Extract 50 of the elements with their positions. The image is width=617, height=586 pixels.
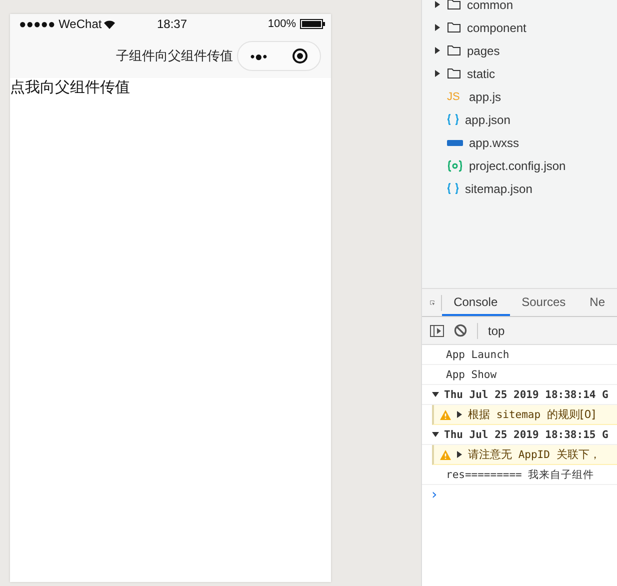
gear-braces-icon xyxy=(447,160,463,172)
more-button[interactable]: •●• xyxy=(250,48,268,64)
file-tree-item[interactable]: app.wxss xyxy=(469,136,520,150)
file-tree-item[interactable]: common xyxy=(467,0,514,12)
console-message: App Show xyxy=(446,368,497,380)
context-selector[interactable]: top xyxy=(488,324,505,338)
console-message: App Launch xyxy=(446,348,510,360)
file-tree-item[interactable]: pages xyxy=(467,44,500,58)
braces-icon xyxy=(447,114,459,125)
console-group-header[interactable]: Thu Jul 25 2019 18:38:14 G xyxy=(444,388,608,400)
group-caret-icon[interactable] xyxy=(432,391,439,398)
warning-message: 根据 sitemap 的规则[0] xyxy=(468,407,596,422)
battery-percent: 100% xyxy=(268,18,296,30)
warning-message: 请注意无 AppID 关联下， xyxy=(468,447,600,462)
console-message: res========= 我来自子组件 xyxy=(446,468,594,482)
pass-value-button[interactable]: 点我向父组件传值 xyxy=(10,78,130,97)
devtools-tab[interactable]: Ne xyxy=(578,289,617,316)
folder-icon xyxy=(447,68,461,79)
prompt-chevron: › xyxy=(430,486,438,502)
js-file-icon: JS xyxy=(447,90,463,102)
expand-caret-icon[interactable] xyxy=(434,47,441,54)
carrier-text: ●●●●● WeChat xyxy=(19,17,102,31)
braces-icon xyxy=(447,183,459,194)
warning-icon xyxy=(440,410,451,420)
page-title: 子组件向父组件传值 xyxy=(116,47,233,65)
battery-icon xyxy=(300,19,325,29)
expand-caret-icon[interactable] xyxy=(456,411,463,418)
close-target-icon[interactable] xyxy=(292,48,308,64)
warning-icon xyxy=(440,450,451,460)
folder-icon xyxy=(447,22,461,33)
group-caret-icon[interactable] xyxy=(432,431,439,438)
wifi-icon xyxy=(104,20,115,28)
console-group-header[interactable]: Thu Jul 25 2019 18:38:15 G xyxy=(444,428,608,440)
file-tree-item[interactable]: app.json xyxy=(465,112,510,126)
folder-icon xyxy=(447,0,461,10)
sidebar-toggle-icon[interactable] xyxy=(430,324,444,336)
devtools-tab[interactable]: Sources xyxy=(510,289,578,316)
expand-caret-icon[interactable] xyxy=(434,70,441,77)
file-tree-item[interactable]: static xyxy=(467,66,496,80)
expand-caret-icon[interactable] xyxy=(456,451,463,458)
clear-console-icon[interactable] xyxy=(454,324,467,337)
file-tree-item[interactable]: project.config.json xyxy=(469,158,566,172)
file-tree-item[interactable]: app.js xyxy=(469,90,502,104)
style-file-icon xyxy=(447,140,463,146)
clock-time: 18:37 xyxy=(156,17,188,31)
expand-caret-icon[interactable] xyxy=(434,1,441,8)
file-tree-item[interactable]: component xyxy=(467,20,526,34)
folder-icon xyxy=(447,45,461,56)
file-tree-item[interactable]: sitemap.json xyxy=(465,182,532,196)
expand-caret-icon[interactable] xyxy=(434,24,441,31)
